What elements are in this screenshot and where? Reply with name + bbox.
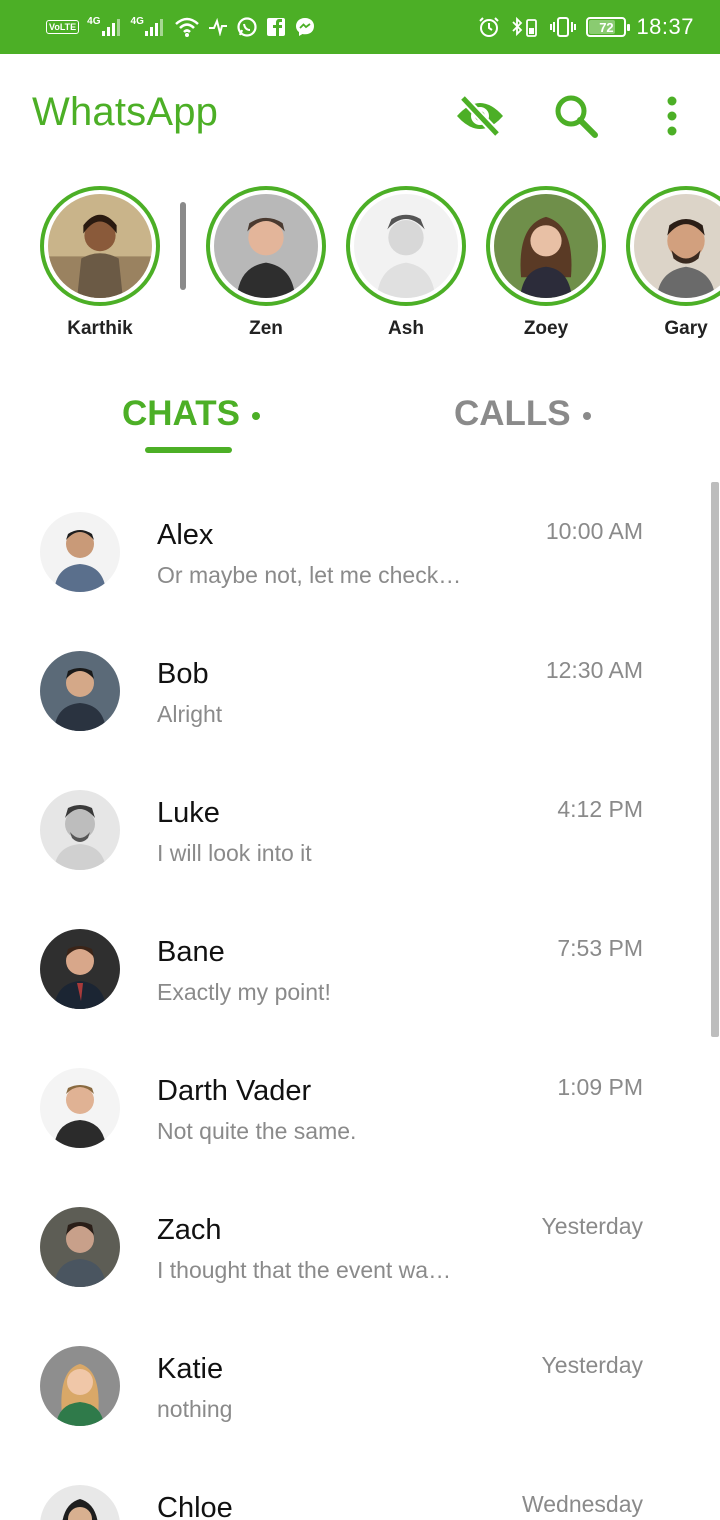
avatar [40, 651, 120, 731]
search-icon [555, 95, 598, 138]
chat-name: Bane [157, 936, 225, 968]
chat-last-message: I will look into it [157, 840, 312, 866]
app-title: WhatsApp [32, 90, 219, 134]
chat-name: Alex [157, 519, 214, 551]
story-name: Gary [664, 318, 708, 339]
story-name: Zoey [523, 318, 569, 339]
network-type-label-2: 4G [130, 15, 144, 27]
chat-last-message: Alright [157, 701, 223, 727]
chat-time: 7:53 PM [557, 935, 643, 961]
chat-row-bob[interactable]: Bob Alright 12:30 AM [0, 621, 720, 760]
volte-icon: VoLTE [46, 20, 80, 34]
story-zoey[interactable]: Zoey [486, 186, 606, 340]
chat-name: Katie [157, 1353, 224, 1385]
avatar [40, 1068, 120, 1148]
avatar [40, 512, 120, 592]
chat-time: Wednesday [521, 1491, 643, 1517]
tab-dot-icon [251, 412, 260, 420]
chat-row-alex[interactable]: Alex Or maybe not, let me check… 10:00 A… [0, 482, 720, 621]
tab-calls[interactable]: CALLS [454, 394, 591, 434]
vibrate-icon [550, 16, 577, 38]
messenger-notification-icon [294, 16, 316, 38]
chat-time: Yesterday [541, 1213, 643, 1239]
chat-time: Yesterday [541, 1352, 643, 1378]
search-button[interactable] [548, 88, 604, 144]
avatar [214, 194, 318, 298]
active-tab-indicator [145, 447, 232, 453]
wifi-icon [174, 16, 200, 38]
more-options-button[interactable] [644, 88, 700, 144]
chat-time: 1:09 PM [557, 1074, 643, 1100]
tab-chats[interactable]: CHATS [122, 394, 260, 434]
chat-row-zach[interactable]: Zach I thought that the event wa… Yester… [0, 1177, 720, 1316]
story-name: Karthik [67, 318, 133, 339]
chat-row-katie[interactable]: Katie nothing Yesterday [0, 1316, 720, 1455]
battery-level: 72 [599, 19, 614, 35]
story-ash[interactable]: Ash [346, 186, 466, 340]
status-bar: VoLTE 4G 4G 72 18:37 [0, 0, 720, 54]
status-right-icons: 72 18:37 [478, 10, 694, 44]
chat-row-luke[interactable]: Luke I will look into it 4:12 PM [0, 760, 720, 899]
chat-name: Zach [157, 1214, 222, 1246]
data-activity-icon [208, 18, 228, 36]
avatar [634, 194, 720, 298]
status-time: 18:37 [636, 14, 694, 39]
avatar [48, 194, 152, 298]
hide-button[interactable] [452, 88, 508, 144]
avatar [40, 1207, 120, 1287]
avatar [354, 194, 458, 298]
chat-last-message: I thought that the event wa… [157, 1257, 452, 1283]
tab-bar: CHATS CALLS [0, 380, 720, 460]
chat-last-message: Or maybe not, let me check… [157, 562, 462, 588]
signal-icon: 4G [87, 15, 122, 37]
eye-off-icon [457, 94, 503, 138]
story-karthik[interactable]: Karthik [40, 186, 160, 340]
status-left-icons: VoLTE 4G 4G [46, 14, 316, 40]
facebook-notification-icon [266, 17, 286, 37]
chat-name: Chloe [157, 1492, 233, 1520]
app-bar: WhatsApp [0, 54, 720, 172]
chat-name: Luke [157, 797, 220, 829]
chat-last-message: Not quite the same. [157, 1118, 357, 1144]
chat-name: Bob [157, 658, 209, 690]
avatar [494, 194, 598, 298]
chat-list-scrollbar[interactable] [711, 482, 719, 1037]
tab-calls-label: CALLS [454, 394, 571, 433]
avatar [40, 790, 120, 870]
chat-row-chloe[interactable]: Chloe Wednesday [0, 1455, 720, 1520]
stories-divider [180, 202, 186, 290]
signal-icon-2: 4G [130, 15, 166, 37]
bluetooth-battery-icon [510, 16, 540, 38]
chat-name: Darth Vader [157, 1075, 312, 1107]
chat-list[interactable]: Alex Or maybe not, let me check… 10:00 A… [0, 482, 720, 1520]
chat-last-message: Exactly my point! [157, 979, 331, 1005]
network-type-label: 4G [87, 15, 101, 27]
chat-time: 4:12 PM [557, 796, 643, 822]
avatar [40, 1346, 120, 1426]
tab-chats-label: CHATS [122, 394, 240, 433]
story-gary[interactable]: Gary [626, 186, 720, 340]
story-zen[interactable]: Zen [206, 186, 326, 340]
avatar [40, 1485, 120, 1520]
chat-row-bane[interactable]: Bane Exactly my point! 7:53 PM [0, 899, 720, 1038]
whatsapp-notification-icon [236, 16, 258, 38]
chat-time: 10:00 AM [545, 518, 643, 544]
tab-dot-icon [582, 412, 591, 420]
story-name: Zen [249, 318, 283, 339]
chat-last-message: nothing [157, 1396, 233, 1422]
story-name: Ash [388, 318, 424, 339]
chat-row-darth-vader[interactable]: Darth Vader Not quite the same. 1:09 PM [0, 1038, 720, 1177]
chat-time: 12:30 AM [545, 657, 643, 683]
more-vert-icon [667, 96, 677, 136]
battery-indicator: 72 [586, 17, 631, 37]
alarm-icon [478, 16, 500, 38]
stories-strip[interactable]: Karthik Zen Ash Zoey Gary [0, 186, 720, 350]
avatar [40, 929, 120, 1009]
